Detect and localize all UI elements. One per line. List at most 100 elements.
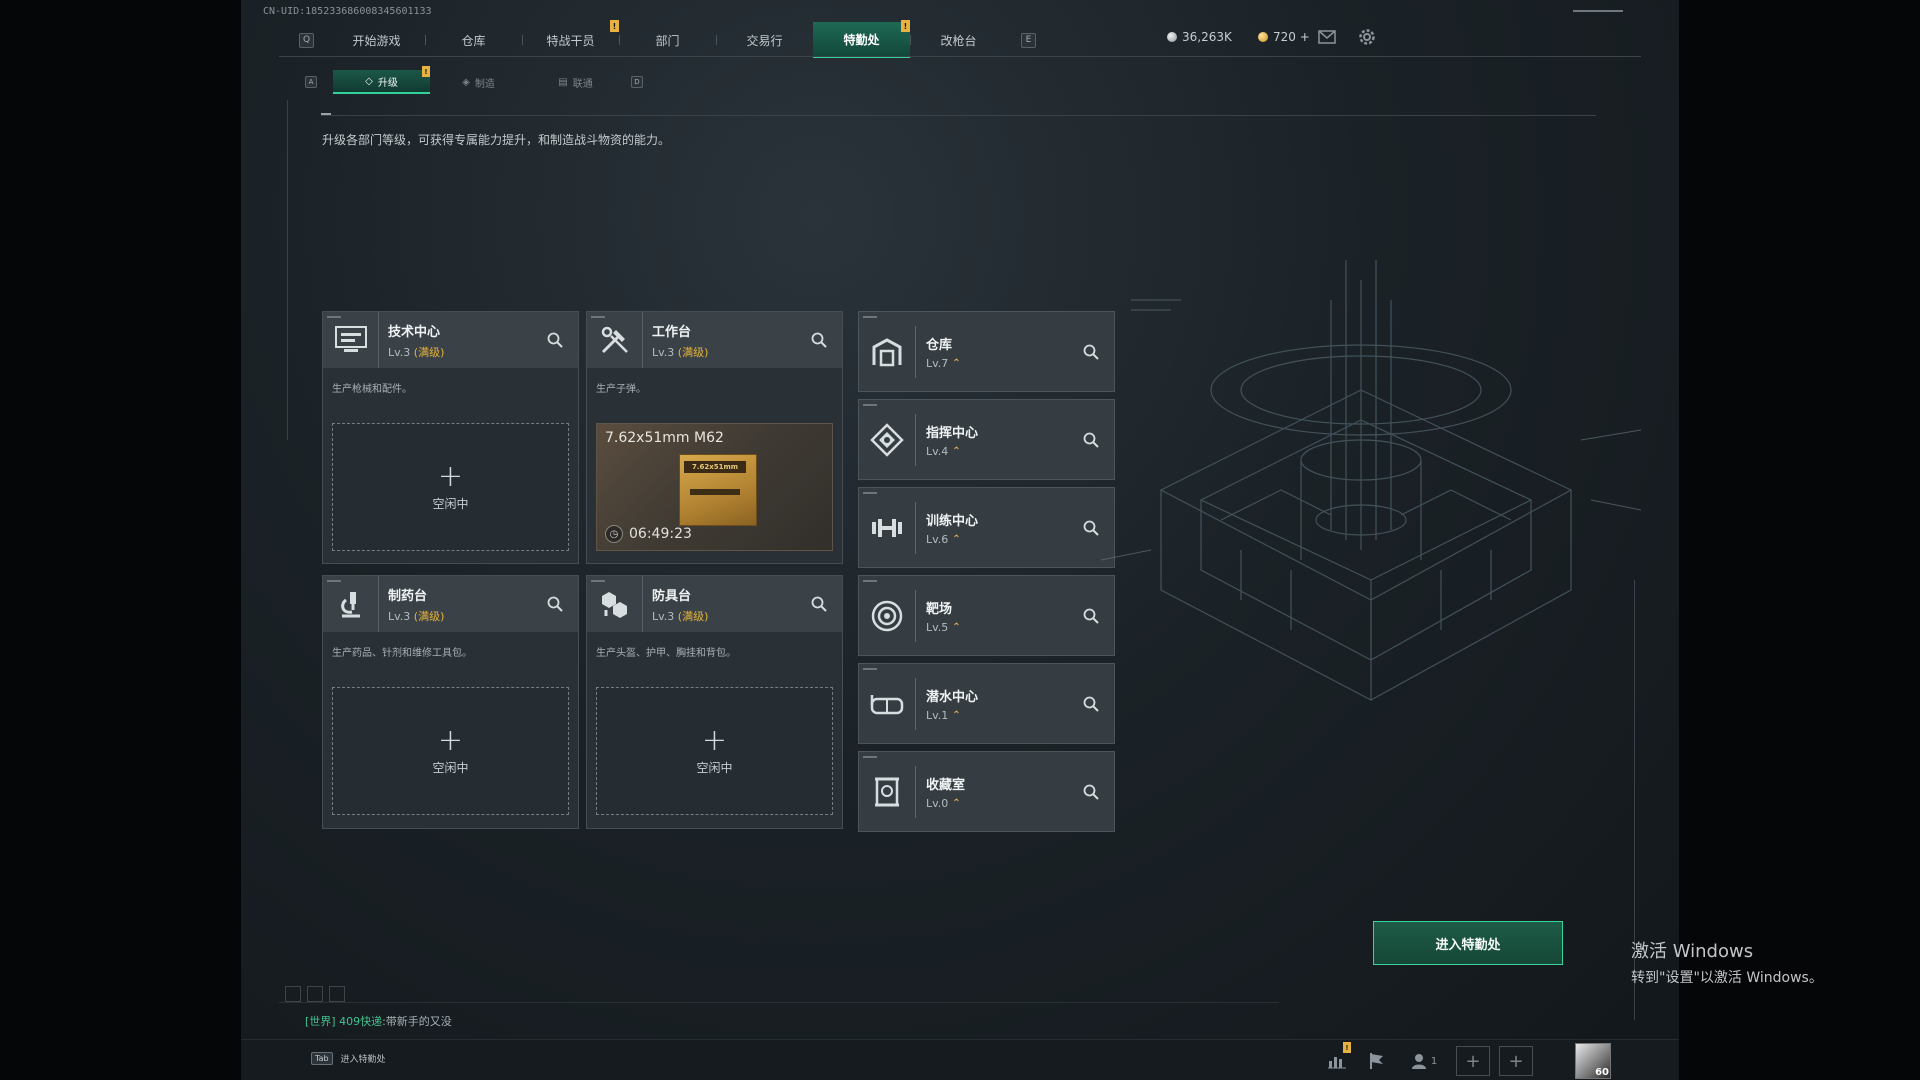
corner-tick xyxy=(591,316,605,318)
subtab-link[interactable]: ▤ 联通 xyxy=(527,70,624,94)
tab-trade[interactable]: 交易行 xyxy=(716,22,813,58)
plus-icon: + xyxy=(1508,1050,1524,1072)
nav-prev-key[interactable]: Q xyxy=(299,32,314,48)
search-icon[interactable] xyxy=(546,595,564,613)
production-slot[interactable]: + 空闲中 xyxy=(332,423,569,551)
tab-gunsmith[interactable]: 改枪台 xyxy=(910,22,1007,58)
dept-card-tech-center[interactable]: 技术中心 Lv.3 (满级) 生产枪械和配件。 + 空闲中 xyxy=(322,311,579,564)
card-level: Lv.3 (满级) xyxy=(652,608,708,624)
card-header: 技术中心 Lv.3 (满级) xyxy=(323,312,578,368)
top-dash xyxy=(1573,10,1623,12)
watermark-subtitle: 转到"设置"以激活 Windows。 xyxy=(1631,970,1823,986)
currency-coins[interactable]: 36,263K xyxy=(1167,30,1232,44)
ammo-box-image: 7.62x51mm xyxy=(679,454,757,526)
dept-title: 潜水中心 xyxy=(926,689,979,705)
search-icon[interactable] xyxy=(1082,695,1100,713)
search-icon[interactable] xyxy=(546,331,564,349)
subnav-next-key[interactable]: D xyxy=(631,76,643,88)
corner-tick xyxy=(863,316,877,318)
quick-slot[interactable] xyxy=(329,986,345,1002)
tab-special-ops[interactable]: 特勤处! xyxy=(813,20,910,58)
microscope-icon xyxy=(323,576,379,632)
windows-activation-watermark: 激活 Windows 转到"设置"以激活 Windows。 xyxy=(1631,937,1823,987)
subnav-prev-key[interactable]: A xyxy=(305,76,317,88)
quick-slot[interactable] xyxy=(285,986,301,1002)
search-icon[interactable] xyxy=(810,331,828,349)
game-window: CN-UID:185233686008345601133 Q 开始游戏 仓库 特… xyxy=(241,0,1679,1080)
tab-warehouse[interactable]: 仓库 xyxy=(425,22,522,58)
notification-badge: ! xyxy=(1343,1042,1351,1053)
subtab-craft[interactable]: ◈ 制造 xyxy=(430,70,527,94)
dept-card-diving-center[interactable]: 潜水中心 Lv.1 ⌃ xyxy=(858,663,1115,744)
dept-card-workbench[interactable]: 工作台 Lv.3 (满级) 生产子弹。 7.62x51mm M62 7.62x5… xyxy=(586,311,843,564)
player-level: 60 xyxy=(1595,1067,1609,1078)
dept-card-training-center[interactable]: 训练中心 Lv.6 ⌃ xyxy=(858,487,1115,568)
slot-status: 空闲中 xyxy=(432,760,469,775)
page-description: 升级各部门等级，可获得专属能力提升，和制造战斗物资的能力。 xyxy=(322,133,671,147)
card-title: 制药台 xyxy=(388,588,428,604)
production-in-progress[interactable]: 7.62x51mm M62 7.62x51mm ◷ 06:49:23 xyxy=(596,423,833,551)
quick-slots xyxy=(285,986,345,1002)
card-description: 生产枪械和配件。 xyxy=(332,384,412,395)
tab-start-game[interactable]: 开始游戏 xyxy=(328,22,425,58)
chat-divider xyxy=(279,1002,1279,1003)
plus-icon: + xyxy=(1465,1050,1481,1072)
friends-button[interactable]: 1 xyxy=(1405,1049,1443,1073)
nav-next-key[interactable]: E xyxy=(1021,32,1036,48)
chat-text: :带新手的又没 xyxy=(382,1015,452,1028)
subtab-label: 联通 xyxy=(572,78,593,90)
dumbbell-icon xyxy=(859,501,916,554)
upgrade-arrow-icon: ⌃ xyxy=(952,797,961,809)
command-center-icon xyxy=(859,413,916,466)
production-slot[interactable]: + 空闲中 xyxy=(332,687,569,815)
dept-card-command-center[interactable]: 指挥中心 Lv.4 ⌃ xyxy=(858,399,1115,480)
add-slot-button[interactable]: + xyxy=(1456,1046,1490,1076)
dept-card-armor[interactable]: 防具台 Lv.3 (满级) 生产头盔、护甲、胸挂和背包。 + 空闲中 xyxy=(586,575,843,829)
upgrade-arrow-icon: ⌃ xyxy=(952,445,961,457)
production-slot[interactable]: + 空闲中 xyxy=(596,687,833,815)
notification-badge: ! xyxy=(610,20,619,32)
mail-icon[interactable] xyxy=(1317,28,1337,46)
uid-label: CN-UID:185233686008345601133 xyxy=(263,6,432,17)
base-wireframe-model xyxy=(1101,260,1642,701)
dept-title: 指挥中心 xyxy=(926,425,979,441)
search-icon[interactable] xyxy=(1082,519,1100,537)
craft-icon: ◈ xyxy=(462,76,470,88)
tab-hint[interactable]: Tab 进入特勤处 xyxy=(311,1052,386,1065)
chat-message[interactable]: [世界] 409快递:带新手的又没 xyxy=(305,1013,452,1029)
tab-label: 特勤处 xyxy=(843,32,880,47)
dept-card-collection-room[interactable]: 收藏室 Lv.0 ⌃ xyxy=(858,751,1115,832)
level-value: Lv.5 xyxy=(926,620,949,634)
search-icon[interactable] xyxy=(1082,431,1100,449)
flag-icon[interactable] xyxy=(1365,1049,1389,1073)
settings-gear-icon[interactable] xyxy=(1357,28,1377,46)
target-icon xyxy=(859,589,916,642)
enter-special-ops-button[interactable]: 进入特勤处 xyxy=(1373,921,1563,965)
search-icon[interactable] xyxy=(810,595,828,613)
tab-operators[interactable]: 特战干员! xyxy=(522,20,619,58)
dept-card-shooting-range[interactable]: 靶场 Lv.5 ⌃ xyxy=(858,575,1115,656)
card-level: Lv.3 (满级) xyxy=(388,344,444,360)
search-icon[interactable] xyxy=(1082,783,1100,801)
tab-label: 交易行 xyxy=(746,33,783,48)
card-description: 生产子弹。 xyxy=(596,384,646,395)
currency-premium[interactable]: 720 + xyxy=(1258,30,1310,44)
notification-badge: ! xyxy=(901,20,910,32)
gold-coin-icon xyxy=(1258,32,1268,42)
add-slot-button[interactable]: + xyxy=(1499,1046,1533,1076)
subtab-upgrade[interactable]: ◇ 升级 ! xyxy=(333,66,430,94)
dept-level: Lv.4 ⌃ xyxy=(926,445,978,458)
upgrade-arrow-icon: ⌃ xyxy=(952,533,961,545)
search-icon[interactable] xyxy=(1082,607,1100,625)
dept-card-pharmacy[interactable]: 制药台 Lv.3 (满级) 生产药品、针剂和维修工具包。 + 空闲中 xyxy=(322,575,579,829)
corner-tick xyxy=(863,580,877,582)
player-avatar[interactable]: 60 xyxy=(1575,1043,1611,1079)
search-icon[interactable] xyxy=(1082,343,1100,361)
quick-slot[interactable] xyxy=(307,986,323,1002)
level-value: Lv.3 xyxy=(652,345,675,359)
rifle-icon xyxy=(690,489,740,495)
tab-department[interactable]: 部门 xyxy=(619,22,716,58)
corner-tick xyxy=(327,316,341,318)
tab-label: 特战干员 xyxy=(546,33,595,48)
dept-card-warehouse[interactable]: 仓库 Lv.7 ⌃ xyxy=(858,311,1115,392)
